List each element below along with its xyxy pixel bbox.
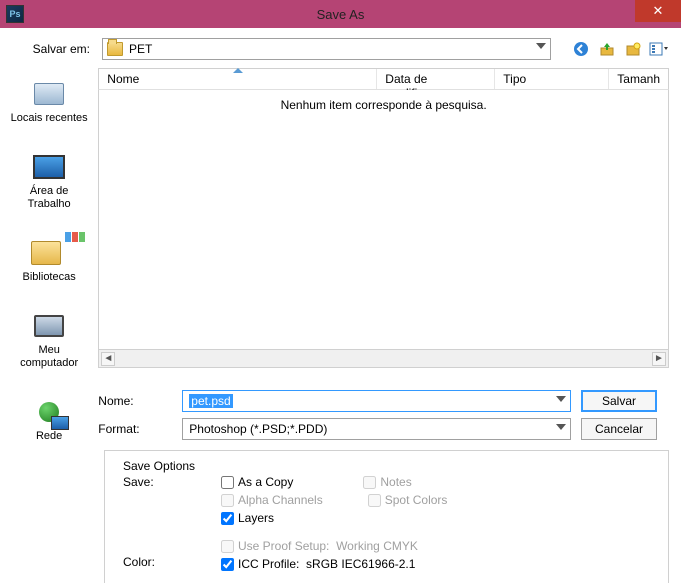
- save-sublabel: Save:: [123, 475, 221, 489]
- notes-label: Notes: [380, 475, 411, 489]
- sidebar-item-label: Bibliotecas: [23, 271, 76, 284]
- file-area: Nome Data de modificaç... Tipo Tamanh Ne…: [98, 68, 681, 446]
- nav-icons: [571, 39, 669, 59]
- notes-checkbox: Notes: [363, 475, 411, 489]
- folder-icon: [107, 42, 123, 56]
- folder-name: PET: [129, 42, 152, 56]
- col-type[interactable]: Tipo: [495, 69, 609, 89]
- libraries-icon: [31, 237, 67, 269]
- format-row: Format: Photoshop (*.PSD;*.PDD) Cancelar: [98, 418, 657, 440]
- sidebar-item-network[interactable]: Rede: [4, 392, 94, 447]
- col-name[interactable]: Nome: [99, 69, 377, 89]
- cancel-button[interactable]: Cancelar: [581, 418, 657, 440]
- chevron-down-icon: [536, 43, 546, 49]
- icc-label: ICC Profile: sRGB IEC61966-2.1: [238, 557, 415, 571]
- folder-row: Salvar em: PET: [0, 28, 681, 68]
- icc-checkbox[interactable]: ICC Profile: sRGB IEC61966-2.1: [221, 557, 415, 571]
- col-size[interactable]: Tamanh: [609, 69, 668, 89]
- sidebar-item-label: Área de Trabalho: [28, 185, 71, 211]
- save-options-panel: Save Options Save: Color: As a Copy Note…: [104, 450, 669, 583]
- computer-icon: [31, 310, 67, 342]
- as-copy-checkbox[interactable]: As a Copy: [221, 475, 293, 489]
- format-label: Format:: [98, 422, 172, 436]
- col-modified[interactable]: Data de modificaç...: [377, 69, 495, 89]
- spot-label: Spot Colors: [385, 493, 448, 507]
- filename-label: Nome:: [98, 394, 172, 408]
- proof-label: Use Proof Setup: Working CMYK: [238, 539, 418, 553]
- places-sidebar: Locais recentes Área de Trabalho Bibliot…: [0, 68, 98, 446]
- spot-checkbox: Spot Colors: [368, 493, 448, 507]
- titlebar: Ps Save As ✕: [0, 0, 681, 28]
- app-icon: Ps: [6, 5, 24, 23]
- folder-dropdown[interactable]: PET: [102, 38, 551, 60]
- close-button[interactable]: ✕: [635, 0, 681, 22]
- network-icon: [31, 396, 67, 428]
- list-header: Nome Data de modificaç... Tipo Tamanh: [98, 68, 669, 90]
- save-in-label: Salvar em:: [12, 42, 90, 56]
- save-as-dialog: Salvar em: PET Locais recentes: [0, 28, 681, 583]
- sidebar-item-label: Locais recentes: [11, 112, 88, 125]
- main-area: Locais recentes Área de Trabalho Bibliot…: [0, 68, 681, 446]
- empty-message: Nenhum item corresponde à pesquisa.: [99, 90, 668, 112]
- alpha-checkbox: Alpha Channels: [221, 493, 323, 507]
- file-list[interactable]: Nenhum item corresponde à pesquisa.: [98, 90, 669, 350]
- alpha-label: Alpha Channels: [238, 493, 323, 507]
- sidebar-item-label: Rede: [36, 430, 62, 443]
- scroll-left-icon[interactable]: ◄: [101, 352, 115, 366]
- layers-label: Layers: [238, 511, 274, 525]
- layers-checkbox[interactable]: Layers: [221, 511, 274, 525]
- save-button[interactable]: Salvar: [581, 390, 657, 412]
- recent-places-icon: [31, 78, 67, 110]
- save-options-title: Save Options: [123, 459, 221, 473]
- scroll-right-icon[interactable]: ►: [652, 352, 666, 366]
- as-copy-label: As a Copy: [238, 475, 293, 489]
- h-scrollbar[interactable]: ◄ ►: [98, 350, 669, 368]
- sidebar-item-label: Meu computador: [20, 344, 78, 370]
- sidebar-item-libraries[interactable]: Bibliotecas: [4, 233, 94, 288]
- filename-input[interactable]: pet.psd: [182, 390, 571, 412]
- color-sublabel: Color:: [123, 555, 221, 569]
- sidebar-item-recent[interactable]: Locais recentes: [4, 74, 94, 129]
- sidebar-item-computer[interactable]: Meu computador: [4, 306, 94, 374]
- chevron-down-icon: [556, 424, 566, 430]
- sidebar-item-desktop[interactable]: Área de Trabalho: [4, 147, 94, 215]
- chevron-down-icon: [556, 396, 566, 402]
- new-folder-icon[interactable]: [623, 39, 643, 59]
- window-title: Save As: [0, 7, 681, 22]
- desktop-icon: [31, 151, 67, 183]
- views-icon[interactable]: [649, 39, 669, 59]
- up-icon[interactable]: [597, 39, 617, 59]
- back-icon[interactable]: [571, 39, 591, 59]
- format-value: Photoshop (*.PSD;*.PDD): [189, 422, 327, 436]
- proof-checkbox: Use Proof Setup: Working CMYK: [221, 539, 418, 553]
- filename-value: pet.psd: [189, 394, 232, 408]
- format-dropdown[interactable]: Photoshop (*.PSD;*.PDD): [182, 418, 571, 440]
- filename-row: Nome: pet.psd Salvar: [98, 390, 657, 412]
